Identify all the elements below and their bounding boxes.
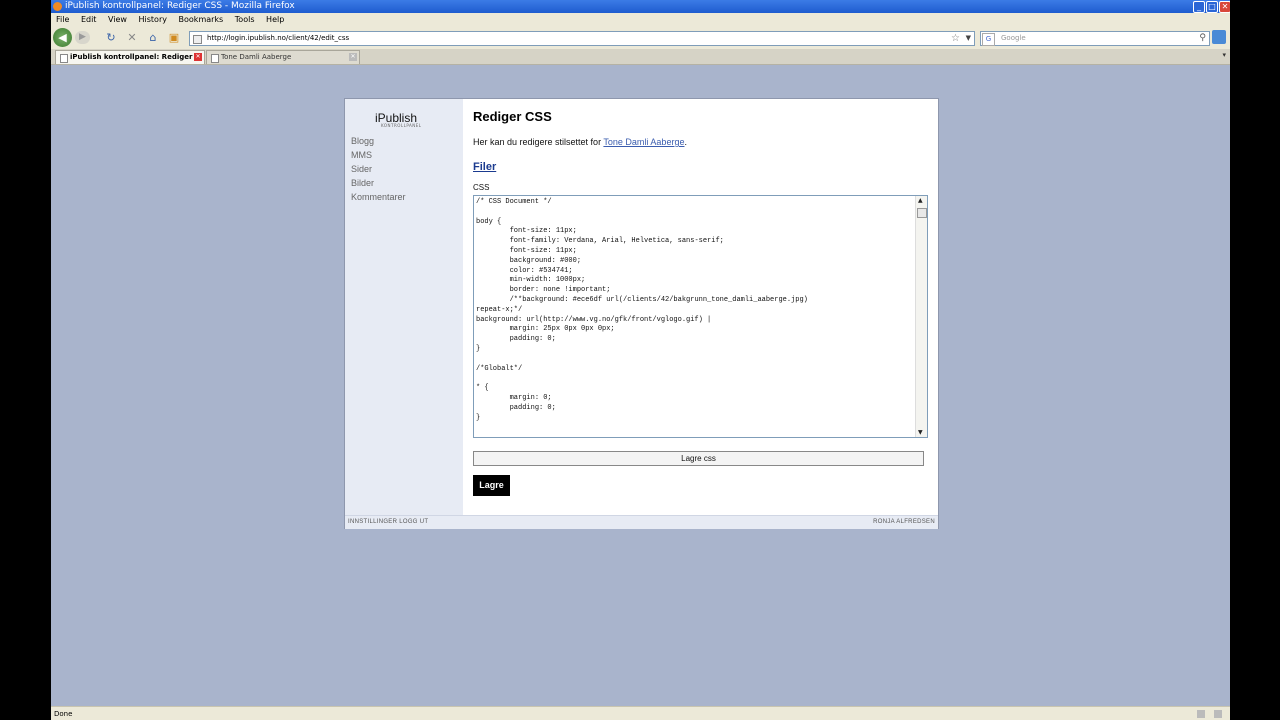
footer-user: RONJA ALFREDSEN <box>873 519 935 525</box>
tab-label: Tone Damli Aaberge <box>221 53 292 61</box>
back-arrow-icon: ◀ <box>58 31 67 44</box>
tab-page-icon <box>60 54 68 63</box>
window-title: iPublish kontrollpanel: Rediger CSS - Mo… <box>65 1 295 11</box>
home-button[interactable]: ⌂ <box>146 31 160 45</box>
maximize-button[interactable]: □ <box>1206 1 1218 13</box>
search-engine-icon[interactable]: G <box>982 33 995 46</box>
page-title: Rediger CSS <box>473 109 552 124</box>
browser-window: iPublish kontrollpanel: Rediger CSS - Mo… <box>51 0 1230 720</box>
bookmark-star-icon[interactable]: ☆ <box>951 32 960 45</box>
sidebar-item-blogg[interactable]: Blogg <box>351 136 374 146</box>
title-bar: iPublish kontrollpanel: Rediger CSS - Mo… <box>51 0 1230 13</box>
css-editor[interactable]: /* CSS Document */ body { font-size: 11p… <box>473 195 928 438</box>
tab-list-icon[interactable]: ▾ <box>1222 51 1226 59</box>
tab-rediger-css[interactable]: iPublish kontrollpanel: Rediger CSS ✕ <box>55 50 205 74</box>
back-button[interactable]: ◀ <box>53 28 72 47</box>
logo-subtitle: KONTROLLPANEL <box>381 123 422 128</box>
forward-button[interactable]: ▶ <box>75 31 90 44</box>
intro-text: Her kan du redigere stilsettet for Tone … <box>473 137 687 147</box>
menu-edit[interactable]: Edit <box>81 15 97 24</box>
address-bar[interactable]: http://login.ipublish.no/client/42/edit_… <box>189 31 975 46</box>
stop-icon: ✕ <box>127 31 137 44</box>
menu-tools[interactable]: Tools <box>235 15 255 24</box>
navigation-toolbar: ◀ ▶ ↻ ✕ ⌂ ▣ http://login.ipublish.no/cli… <box>51 26 1230 50</box>
status-bar: Done <box>51 706 1230 720</box>
status-text: Done <box>54 710 73 718</box>
sidebar-item-mms[interactable]: MMS <box>351 150 372 160</box>
panel-footer: INNSTILLINGER LOGG UT RONJA ALFREDSEN <box>345 515 938 529</box>
intro-prefix: Her kan du redigere stilsettet for <box>473 137 604 147</box>
menu-history[interactable]: History <box>139 15 167 24</box>
sidebar-item-kommentarer[interactable]: Kommentarer <box>351 192 406 202</box>
tab-close-icon[interactable]: ✕ <box>194 53 202 61</box>
menu-file[interactable]: File <box>56 15 69 24</box>
sidebar: iPublish KONTROLLPANEL Blogg MMS Sider B… <box>345 99 463 515</box>
search-icon[interactable]: ⚲ <box>1199 32 1206 45</box>
page-favicon-icon <box>193 35 202 44</box>
firefox-icon <box>53 2 62 11</box>
reload-button[interactable]: ↻ <box>104 31 118 45</box>
status-resize-icon[interactable] <box>1214 710 1222 718</box>
language-flags <box>914 89 936 123</box>
main-area: Rediger CSS Her kan du redigere stilsett… <box>473 99 933 515</box>
editor-scrollbar[interactable]: ▲ ▼ <box>915 196 927 437</box>
save-css-button[interactable]: Lagre css <box>473 451 924 466</box>
status-addon-icon[interactable] <box>1197 710 1205 718</box>
files-link[interactable]: Filer <box>473 161 496 173</box>
css-label: CSS <box>473 183 490 192</box>
close-button[interactable]: ✕ <box>1219 1 1230 13</box>
menu-bar: File Edit View History Bookmarks Tools H… <box>51 13 1230 26</box>
intro-suffix: . <box>684 137 687 147</box>
tab-close-icon[interactable]: ✕ <box>349 53 357 61</box>
url-dropdown-icon[interactable]: ▼ <box>966 32 971 45</box>
home-icon: ⌂ <box>149 31 157 44</box>
scroll-down-icon[interactable]: ▼ <box>918 429 923 436</box>
page-content: iPublish KONTROLLPANEL Blogg MMS Sider B… <box>51 65 1230 706</box>
menu-help[interactable]: Help <box>266 15 284 24</box>
css-code[interactable]: /* CSS Document */ body { font-size: 11p… <box>476 198 912 433</box>
forward-arrow-icon: ▶ <box>79 32 86 42</box>
client-link[interactable]: Tone Damli Aaberge <box>603 137 684 147</box>
menu-bookmarks[interactable]: Bookmarks <box>179 15 224 24</box>
url-text[interactable]: http://login.ipublish.no/client/42/edit_… <box>207 32 349 45</box>
tab-page-icon <box>211 54 219 63</box>
addon-icon: ▣ <box>168 31 180 44</box>
addon-button[interactable]: ▣ <box>167 31 181 45</box>
reload-icon: ↻ <box>106 31 116 44</box>
scroll-thumb[interactable] <box>917 208 927 218</box>
extension-icon[interactable] <box>1212 30 1226 44</box>
footer-links[interactable]: INNSTILLINGER LOGG UT <box>348 516 428 529</box>
tab-bar: iPublish kontrollpanel: Rediger CSS ✕ To… <box>51 49 1230 74</box>
menu-view[interactable]: View <box>108 15 127 24</box>
save-button[interactable]: Lagre <box>473 475 510 496</box>
search-bar[interactable]: G Google ⚲ <box>980 31 1210 46</box>
stop-button[interactable]: ✕ <box>125 31 139 45</box>
control-panel: iPublish KONTROLLPANEL Blogg MMS Sider B… <box>344 98 939 529</box>
minimize-button[interactable]: _ <box>1193 1 1205 13</box>
sidebar-item-bilder[interactable]: Bilder <box>351 178 374 188</box>
tab-tone-damli-aaberge[interactable]: Tone Damli Aaberge ✕ <box>206 50 360 64</box>
scroll-up-icon[interactable]: ▲ <box>918 197 923 204</box>
sidebar-item-sider[interactable]: Sider <box>351 164 372 174</box>
search-placeholder: Google <box>1001 34 1026 42</box>
